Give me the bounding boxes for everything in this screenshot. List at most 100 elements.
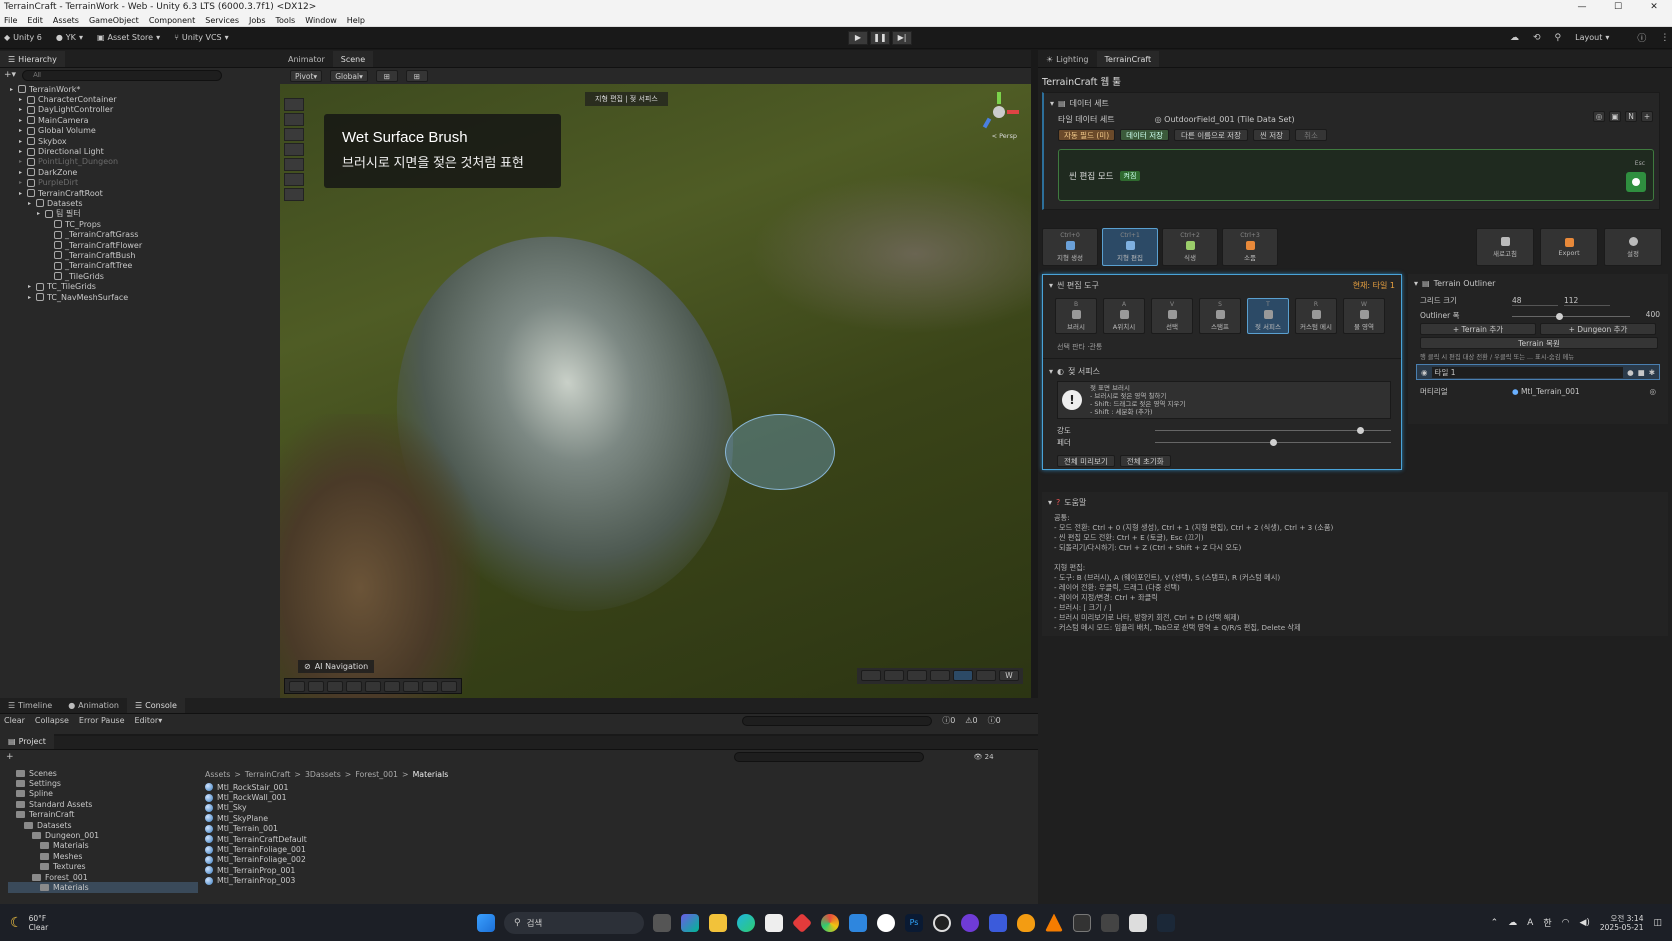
- scale-tool-icon[interactable]: [284, 158, 304, 171]
- scene-viewport[interactable]: Wet Surface Brush 브러시로 지면을 젖은 것처럼 표현 지형 …: [280, 84, 1031, 698]
- wetness-slider[interactable]: [1155, 439, 1391, 446]
- wetness-slider-handle[interactable]: [1269, 439, 1277, 446]
- terminal-icon[interactable]: [1073, 913, 1091, 932]
- steam-icon[interactable]: [1157, 913, 1175, 932]
- reset-all-button[interactable]: 전체 초기화: [1119, 455, 1171, 467]
- clear-button[interactable]: Clear: [4, 716, 25, 725]
- expand-arrow-icon[interactable]: ▸: [19, 158, 27, 165]
- overlay-tool-icon-1[interactable]: [861, 670, 881, 681]
- expand-arrow-icon[interactable]: ▸: [19, 117, 27, 124]
- maximize-icon[interactable]: ☐: [1600, 2, 1636, 12]
- expand-arrow-icon[interactable]: ▸: [28, 294, 36, 301]
- project-folder-item[interactable]: Scenes: [8, 768, 198, 778]
- outliner-row-tile[interactable]: ◉ 타일 1 ● ■ ✱: [1416, 364, 1660, 380]
- tool-button-3[interactable]: S 스탬프: [1199, 298, 1241, 334]
- hierarchy-item[interactable]: ▸ Directional Light: [10, 146, 280, 156]
- grid-y-field[interactable]: 112: [1564, 296, 1610, 306]
- scene-gizmo[interactable]: [979, 92, 1019, 132]
- project-search-input[interactable]: [733, 751, 924, 762]
- layout-button[interactable]: Layout ▾: [1575, 33, 1609, 42]
- menu-item-4[interactable]: Component: [149, 16, 195, 25]
- app-purple-icon[interactable]: [961, 913, 979, 932]
- account-button[interactable]: ● YK ▾: [56, 33, 83, 42]
- obs-icon[interactable]: [933, 913, 951, 932]
- hand-tool-icon[interactable]: [284, 113, 304, 126]
- gizmo-center-icon[interactable]: [993, 106, 1005, 118]
- mode-button-3[interactable]: Ctrl+3 소품: [1222, 228, 1278, 266]
- ime-icon[interactable]: A: [1527, 918, 1533, 928]
- add-terrain-button[interactable]: + Terrain 추가: [1420, 323, 1536, 335]
- hierarchy-item[interactable]: ▸ 팀 필터: [10, 209, 280, 219]
- project-file-item[interactable]: Mtl_RockWall_001: [205, 792, 1031, 802]
- breadcrumb-item[interactable]: TerrainCraft: [245, 770, 291, 779]
- hierarchy-item[interactable]: ▸ TerrainCraftRoot: [10, 188, 280, 198]
- photoshop-icon[interactable]: Ps: [905, 913, 923, 932]
- menu-item-5[interactable]: Services: [205, 16, 239, 25]
- menu-item-3[interactable]: GameObject: [89, 16, 139, 25]
- nav-tool-icon-3[interactable]: [327, 681, 343, 692]
- tab-lighting[interactable]: ☀ Lighting: [1038, 51, 1097, 67]
- hierarchy-item[interactable]: _TerrainCraftFlower: [10, 240, 280, 250]
- menu-item-6[interactable]: Jobs: [249, 16, 266, 25]
- hierarchy-item[interactable]: ▸ Skybox: [10, 136, 280, 146]
- cancel-button[interactable]: 취소: [1295, 129, 1327, 141]
- restore-terrain-button[interactable]: Terrain 복원: [1420, 337, 1658, 349]
- hierarchy-item[interactable]: ▸ TC_NavMeshSurface: [10, 292, 280, 302]
- tray-chevron-icon[interactable]: ⌃: [1491, 918, 1499, 928]
- nav-tool-icon-1[interactable]: [289, 681, 305, 692]
- project-file-item[interactable]: Mtl_TerrainProp_003: [205, 876, 1031, 886]
- project-folder-item[interactable]: Datasets: [8, 820, 198, 830]
- expand-arrow-icon[interactable]: ▸: [19, 179, 27, 186]
- unity-hub-icon[interactable]: [1101, 913, 1119, 932]
- step-button[interactable]: ▶|: [892, 30, 912, 45]
- nav-tool-icon-2[interactable]: [308, 681, 324, 692]
- shield-icon[interactable]: [989, 913, 1007, 932]
- expand-arrow-icon[interactable]: ▸: [37, 210, 45, 217]
- nav-tool-icon-4[interactable]: [346, 681, 362, 692]
- chat-icon[interactable]: [877, 913, 895, 932]
- dataset-target-icon[interactable]: ◎: [1593, 111, 1605, 122]
- tab-console[interactable]: ☰ Console: [126, 697, 185, 713]
- file-explorer-icon[interactable]: [709, 913, 727, 932]
- copilot-icon[interactable]: [681, 913, 699, 932]
- expand-arrow-icon[interactable]: ▸: [19, 96, 27, 103]
- overlay-tool-icon-6[interactable]: [976, 670, 996, 681]
- warning-count[interactable]: ⚠0: [965, 716, 977, 725]
- tab-timeline[interactable]: ☰ Timeline: [0, 697, 60, 713]
- mode-button-2[interactable]: Ctrl+2 식생: [1162, 228, 1218, 266]
- nav-tool-icon-9[interactable]: [441, 681, 457, 692]
- project-folder-item[interactable]: Materials: [8, 841, 198, 851]
- menu-item-7[interactable]: Tools: [276, 16, 296, 25]
- nav-tool-icon-5[interactable]: [365, 681, 381, 692]
- dataset-add-icon[interactable]: +: [1641, 111, 1653, 122]
- expand-arrow-icon[interactable]: ▸: [28, 200, 36, 207]
- project-file-item[interactable]: Mtl_RockStair_001: [205, 782, 1031, 792]
- tile-name-field[interactable]: 타일 1: [1431, 366, 1624, 378]
- export-button[interactable]: Export: [1540, 228, 1598, 266]
- task-view-icon[interactable]: [653, 913, 671, 932]
- unity-taskbar-icon[interactable]: [1129, 913, 1147, 932]
- expand-arrow-icon[interactable]: ▸: [10, 86, 18, 93]
- info-count[interactable]: ⓘ0: [942, 715, 955, 726]
- tile-settings-icon[interactable]: ✱: [1649, 368, 1655, 377]
- expand-arrow-icon[interactable]: ▸: [19, 106, 27, 113]
- tile-visibility-icon[interactable]: ●: [1627, 368, 1634, 377]
- overlay-tool-icon-4[interactable]: [930, 670, 950, 681]
- pause-button[interactable]: ❚❚: [870, 30, 890, 45]
- project-file-item[interactable]: Mtl_TerrainProp_001: [205, 865, 1031, 875]
- mode-button-1[interactable]: Ctrl+1 지형 편집: [1102, 228, 1158, 266]
- collapse-button[interactable]: Collapse: [35, 716, 69, 725]
- tool-button-6[interactable]: W 물 영역: [1343, 298, 1385, 334]
- transform-tool-icon[interactable]: [284, 188, 304, 201]
- preview-all-button[interactable]: 전체 미리보기: [1057, 455, 1115, 467]
- mail-icon[interactable]: [849, 913, 867, 932]
- outliner-width-handle[interactable]: [1555, 313, 1563, 320]
- menu-item-2[interactable]: Assets: [53, 16, 79, 25]
- dataset-new-icon[interactable]: N: [1625, 111, 1637, 122]
- expand-arrow-icon[interactable]: ▸: [19, 127, 27, 134]
- tab-project[interactable]: ▤ Project: [0, 733, 54, 749]
- tab-animation[interactable]: ● Animation: [60, 697, 127, 713]
- pivot-dropdown[interactable]: Pivot ▾: [290, 70, 323, 82]
- ai-navigation-overlay[interactable]: ⊘ AI Navigation: [298, 660, 375, 673]
- save-scene-button[interactable]: 씬 저장: [1252, 129, 1291, 141]
